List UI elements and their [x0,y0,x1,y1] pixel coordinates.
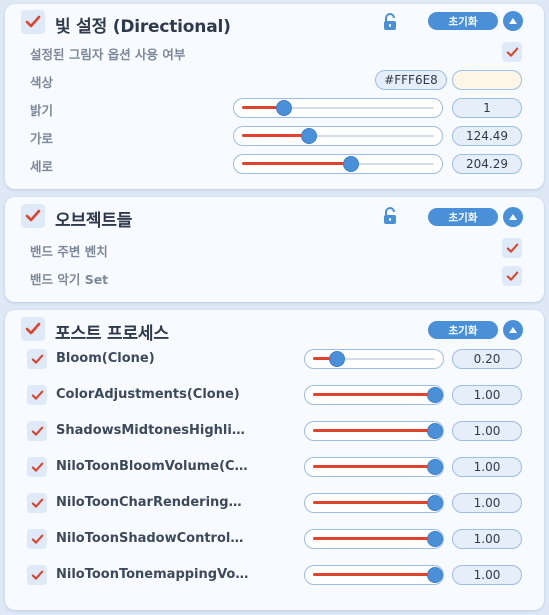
brightness-label: 밝기 [30,103,54,118]
light-settings-panel: 빛 설정 (Directional) 초기화 설정된 그림자 옵션 사용 여부 … [5,4,544,189]
post-effect-checkbox[interactable] [27,529,47,549]
vertical-value-field[interactable]: 204.29 [452,154,522,174]
check-icon [31,390,43,400]
post-effect-label: NiloToonTonemappingVol··· [56,567,251,582]
check-icon [31,462,43,472]
check-icon [506,271,518,281]
collapse-button[interactable] [503,207,523,227]
objects-panel: 오브젝트들 초기화 밴드 주변 벤치 밴드 악기 Set [5,197,544,302]
post-effect-checkbox[interactable] [27,457,47,477]
post-effect-label: ShadowsMidtonesHighlig··· [56,423,251,438]
horizontal-label: 가로 [30,131,54,146]
post-effect-slider[interactable] [304,385,444,405]
chevron-up-icon [509,18,517,24]
check-icon [31,426,43,436]
post-effect-value-field[interactable]: 1.00 [452,493,522,513]
post-effect-checkbox[interactable] [27,385,47,405]
post-effect-label: Bloom(Clone) [56,351,155,366]
object-item-label: 밴드 주변 벤치 [30,244,108,259]
brightness-slider[interactable] [233,98,443,118]
slider-handle[interactable] [427,423,443,439]
slider-handle[interactable] [343,156,360,172]
post-effect-value-field[interactable]: 1.00 [452,385,522,405]
check-icon [31,570,43,580]
check-icon [25,322,41,335]
check-icon [31,354,43,364]
horizontal-value-field[interactable]: 124.49 [452,126,522,146]
post-effect-label: NiloToonCharRenderingC··· [56,495,251,510]
object-item-label: 밴드 악기 Set [30,272,109,287]
reset-button[interactable]: 초기화 [428,208,498,226]
post-effect-slider[interactable] [304,493,444,513]
objects-enable-checkbox[interactable] [21,204,45,228]
chevron-up-icon [509,327,517,333]
post-effect-value-field[interactable]: 1.00 [452,457,522,477]
post-process-enable-checkbox[interactable] [21,317,45,341]
vertical-slider[interactable] [233,154,443,174]
object-item-checkbox[interactable] [502,266,522,286]
horizontal-slider[interactable] [233,126,443,146]
panel-title: 오브젝트들 [55,211,133,231]
unlock-icon[interactable] [382,13,398,31]
post-effect-label: NiloToonBloomVolume(Cl··· [56,459,251,474]
post-effect-value-field[interactable]: 1.00 [452,565,522,585]
collapse-button[interactable] [503,11,523,31]
post-effect-checkbox[interactable] [27,493,47,513]
color-swatch[interactable] [452,70,522,90]
post-effect-slider[interactable] [304,529,444,549]
post-effect-checkbox[interactable] [27,349,47,369]
panel-title: 빛 설정 (Directional) [55,17,231,37]
post-effect-value-field[interactable]: 1.00 [452,421,522,441]
post-effect-checkbox[interactable] [27,421,47,441]
light-enable-checkbox[interactable] [21,10,45,34]
check-icon [25,15,41,28]
check-icon [31,534,43,544]
slider-handle[interactable] [427,531,443,547]
post-process-panel: 포스트 프로세스 초기화 Bloom(Clone) 0.20 ColorAdjust… [5,310,544,610]
slider-handle[interactable] [329,351,346,367]
post-effect-value-field[interactable]: 0.20 [452,349,522,369]
reset-button[interactable]: 초기화 [428,321,498,339]
slider-handle[interactable] [301,128,318,144]
vertical-label: 세로 [30,159,54,174]
check-icon [25,209,41,222]
post-effect-slider[interactable] [304,421,444,441]
post-effect-checkbox[interactable] [27,565,47,585]
slider-handle[interactable] [427,495,443,511]
panel-title: 포스트 프로세스 [55,324,169,344]
check-icon [506,47,518,57]
post-effect-label: ColorAdjustments(Clone) [56,387,240,402]
post-effect-slider[interactable] [304,349,444,369]
post-effect-value-field[interactable]: 1.00 [452,529,522,549]
check-icon [506,243,518,253]
check-icon [31,498,43,508]
reset-button[interactable]: 초기화 [428,12,498,30]
brightness-value-field[interactable]: 1 [452,98,522,118]
slider-handle[interactable] [427,387,443,403]
color-hex-field[interactable]: #FFF6E8 [375,70,447,90]
post-effect-label: NiloToonShadowControlV··· [56,531,251,546]
shadow-option-checkbox[interactable] [502,42,522,62]
object-item-checkbox[interactable] [502,238,522,258]
slider-handle[interactable] [427,459,443,475]
slider-handle[interactable] [427,567,443,583]
chevron-up-icon [509,214,517,220]
post-effect-slider[interactable] [304,565,444,585]
color-label: 색상 [30,75,54,90]
post-effect-slider[interactable] [304,457,444,477]
unlock-icon[interactable] [382,207,398,225]
collapse-button[interactable] [503,320,523,340]
shadow-option-label: 설정된 그림자 옵션 사용 여부 [30,47,186,62]
slider-handle[interactable] [276,100,293,116]
